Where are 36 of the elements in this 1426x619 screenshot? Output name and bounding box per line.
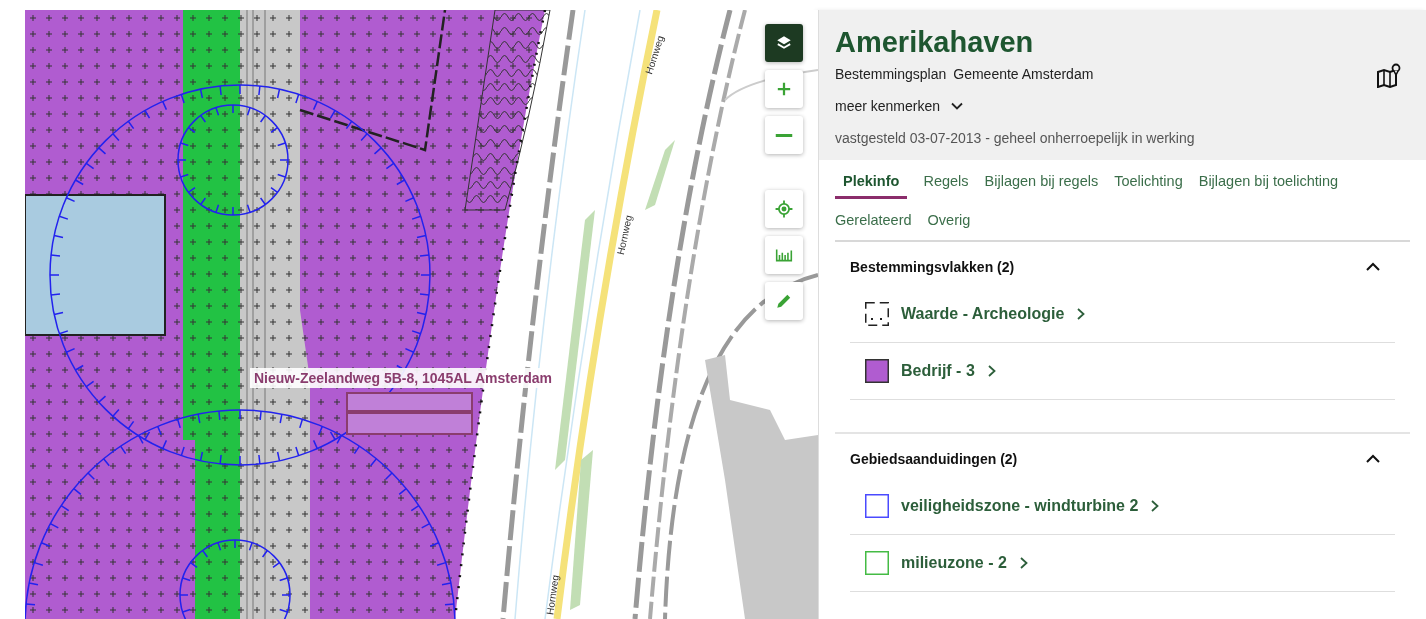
section-heading: Gebiedsaanduidingen (2) — [850, 449, 1018, 469]
map-pin-icon[interactable] — [1376, 62, 1402, 88]
section-heading: Bestemmingsvlakken (2) — [850, 257, 1015, 277]
chevron-right-icon — [1150, 499, 1161, 513]
legend-link[interactable]: Waarde - Archeologie — [901, 302, 1087, 326]
plan-title: Amerikahaven — [835, 25, 1035, 60]
plan-type: Bestemmingsplan — [835, 65, 947, 84]
plus-icon — [775, 80, 793, 98]
legend-link[interactable]: milieuzone - 2 — [901, 551, 1029, 575]
tab[interactable]: Bijlagen bij toelichting — [1198, 170, 1339, 199]
tab[interactable]: Toelichting — [1114, 170, 1183, 199]
chevron-right-icon — [1018, 556, 1029, 570]
layers-button[interactable] — [765, 24, 803, 62]
crosshair-icon — [775, 200, 793, 218]
pencil-icon — [775, 292, 793, 310]
tab[interactable]: Regels — [923, 170, 969, 199]
plan-authority: Gemeente Amsterdam — [953, 65, 1094, 84]
legend-link[interactable]: Bedrijf - 3 — [901, 359, 997, 383]
chevron-right-icon — [986, 364, 997, 378]
tab[interactable]: Overig — [927, 209, 971, 238]
ruler-icon — [775, 246, 793, 264]
draw-button[interactable] — [765, 282, 803, 320]
more-properties-toggle[interactable]: meer kenmerken — [835, 96, 965, 116]
road-label: Hornweg — [545, 574, 561, 616]
road-label: Hornweg — [615, 214, 635, 256]
plan-status: vastgesteld 03-07-2013 - geheel onherroepelijk in werking — [835, 129, 1196, 148]
zoom-out-button[interactable] — [765, 116, 803, 154]
legend-link[interactable]: veiligheidszone - windturbine 2 — [901, 494, 1161, 518]
tab[interactable]: Bijlagen bij regels — [984, 170, 1099, 199]
measure-button[interactable] — [765, 236, 803, 274]
tab[interactable]: Plekinfo — [835, 170, 908, 199]
zoom-in-button[interactable] — [765, 70, 803, 108]
minus-icon — [775, 133, 793, 137]
chevron-right-icon — [1076, 307, 1087, 321]
tab[interactable]: Gerelateerd — [835, 209, 912, 238]
locate-button[interactable] — [765, 190, 803, 228]
